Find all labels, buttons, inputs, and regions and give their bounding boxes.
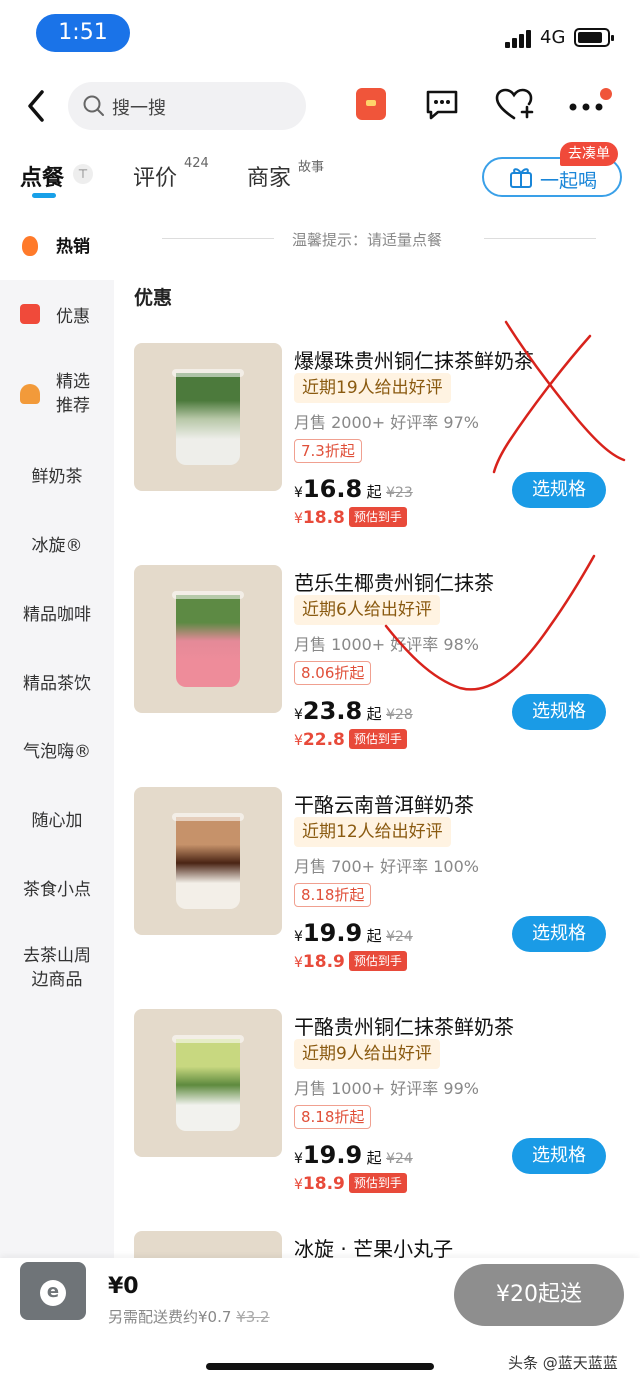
product-image[interactable] — [134, 343, 282, 491]
battery-icon — [574, 28, 614, 47]
search-icon — [83, 95, 104, 116]
discount-tag: 8.18折起 — [294, 883, 372, 907]
divider-right — [484, 238, 596, 239]
coupon-icon — [20, 304, 40, 324]
tab-active-indicator — [32, 193, 56, 198]
price: ¥16.8 起 ¥23 — [294, 475, 413, 503]
sales-info: 月售 1000+ 好评率 98% — [294, 635, 479, 654]
category-sidebar — [0, 280, 114, 1260]
tab-order[interactable]: 点餐 — [20, 160, 64, 192]
drink-cup — [176, 595, 240, 687]
shopping-bag-icon[interactable] — [20, 1262, 86, 1320]
product-image[interactable] — [134, 565, 282, 713]
sidebar-item-discount[interactable]: 优惠 — [56, 302, 96, 327]
sidebar-item-hot[interactable]: 热销 — [56, 232, 90, 257]
estimated-price: ¥22.8 预估到手 — [294, 729, 407, 750]
divider-left — [162, 238, 274, 239]
price: ¥23.8 起 ¥28 — [294, 697, 413, 725]
discount-tag: 7.3折起 — [294, 439, 362, 463]
price: ¥19.9 起 ¥24 — [294, 1141, 413, 1169]
status-time: 1:51 — [36, 14, 130, 52]
search-placeholder: 搜一搜 — [112, 98, 166, 119]
network-label: 4G — [540, 27, 566, 48]
cup-rim — [172, 813, 244, 821]
select-spec-button[interactable]: 选规格 — [512, 916, 606, 952]
chevron-left-icon — [28, 90, 44, 122]
pin-icon: ⊤ — [73, 164, 93, 184]
back-button[interactable] — [22, 88, 52, 124]
discount-tag: 8.18折起 — [294, 1105, 372, 1129]
cup-rim — [172, 591, 244, 599]
cart-total: ¥0 — [108, 1274, 139, 1299]
sales-info: 月售 1000+ 好评率 99% — [294, 1079, 479, 1098]
product-name[interactable]: 干酪云南普洱鲜奶茶 — [294, 789, 474, 818]
sidebar-item-ice-swirl[interactable]: 冰旋® — [0, 531, 114, 556]
select-spec-button[interactable]: 选规格 — [512, 472, 606, 508]
sidebar-item-sparkling[interactable]: 气泡嗨® — [0, 737, 114, 762]
home-indicator — [206, 1363, 434, 1370]
review-tag: 近期9人给出好评 — [294, 1039, 440, 1069]
drink-cup — [176, 373, 240, 465]
drink-cup — [176, 817, 240, 909]
group-order-badge: 去凑单 — [560, 142, 618, 166]
red-packet-icon[interactable] — [356, 88, 386, 120]
tip-text: 温馨提示：请适量点餐 — [292, 231, 443, 249]
product-name[interactable]: 干酪贵州铜仁抹茶鲜奶茶 — [294, 1011, 514, 1040]
estimated-price: ¥18.9 预估到手 — [294, 1173, 407, 1194]
red-cross-mark — [504, 320, 626, 462]
watermark: 头条 @蓝天蓝蓝 — [508, 1354, 618, 1372]
review-tag: 近期12人给出好评 — [294, 817, 451, 847]
review-tag: 近期19人给出好评 — [294, 373, 451, 403]
review-tag: 近期6人给出好评 — [294, 595, 440, 625]
estimated-price: ¥18.8 预估到手 — [294, 507, 407, 528]
sidebar-item-featured[interactable]: 精选 推荐 — [56, 370, 106, 418]
sales-info: 月售 2000+ 好评率 97% — [294, 413, 479, 432]
cup-rim — [172, 1035, 244, 1043]
product-image[interactable] — [134, 1009, 282, 1157]
favorite-add-icon[interactable] — [494, 86, 534, 124]
delivery-fee: 另需配送费约¥0.7 ¥3.2 — [108, 1308, 270, 1326]
checkout-button[interactable]: ¥20起送 — [454, 1264, 624, 1326]
select-spec-button[interactable]: 选规格 — [512, 694, 606, 730]
tab-merchant-sup: 故事 — [298, 160, 325, 175]
sidebar-item-snacks[interactable]: 茶食小点 — [0, 875, 114, 900]
discount-tag: 8.06折起 — [294, 661, 372, 685]
section-title: 优惠 — [134, 287, 173, 309]
sidebar-item-tea[interactable]: 精品茶饮 — [0, 669, 114, 694]
thumb-up-icon — [20, 384, 40, 404]
product-name[interactable]: 芭乐生椰贵州铜仁抹茶 — [294, 567, 494, 596]
cup-rim — [172, 369, 244, 377]
sidebar-item-coffee[interactable]: 精品咖啡 — [0, 600, 114, 625]
group-order-label: 一起喝 — [540, 170, 598, 192]
price: ¥19.9 起 ¥24 — [294, 919, 413, 947]
drink-cup — [176, 1039, 240, 1131]
sidebar-item-addons[interactable]: 随心加 — [0, 806, 114, 831]
message-icon[interactable] — [424, 88, 460, 122]
tab-reviews[interactable]: 评价 — [133, 160, 177, 192]
notification-dot — [600, 88, 612, 100]
product-name[interactable]: 爆爆珠贵州铜仁抹茶鲜奶茶 — [294, 345, 534, 374]
select-spec-button[interactable]: 选规格 — [512, 1138, 606, 1174]
product-image[interactable] — [134, 787, 282, 935]
estimated-price: ¥18.9 预估到手 — [294, 951, 407, 972]
gift-icon — [510, 168, 532, 188]
more-icon[interactable] — [568, 102, 604, 112]
fire-icon — [22, 236, 38, 256]
sales-info: 月售 700+ 好评率 100% — [294, 857, 479, 876]
review-count: 424 — [184, 156, 209, 171]
sidebar-item-fresh-milk-tea[interactable]: 鲜奶茶 — [0, 462, 114, 487]
tab-merchant[interactable]: 商家 — [247, 160, 291, 192]
sidebar-item-merch[interactable]: 去茶山周 边商品 — [0, 944, 114, 992]
signal-icon — [505, 30, 533, 48]
